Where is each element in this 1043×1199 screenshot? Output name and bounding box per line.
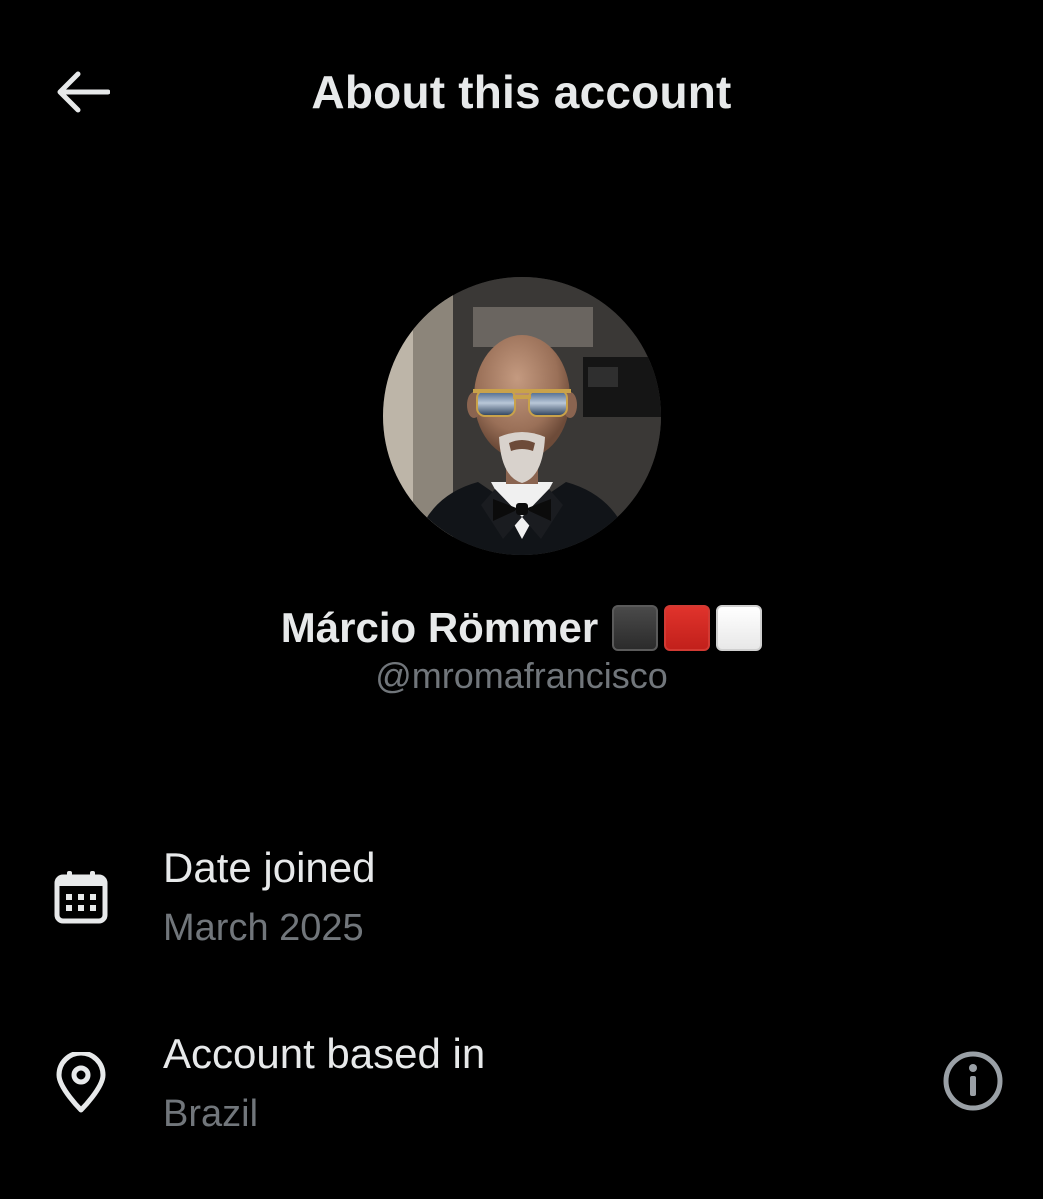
account-based-in-value: Brazil <box>163 1093 259 1135</box>
display-name-row: Márcio Römmer <box>0 600 1043 656</box>
page-title: About this account <box>311 66 732 118</box>
info-icon <box>943 1051 1003 1111</box>
black-square-emoji <box>612 605 659 651</box>
date-joined-label: Date joined <box>163 844 376 891</box>
location-pin-icon <box>50 1052 112 1114</box>
user-handle: @mromafrancisco <box>375 655 668 696</box>
white-square-emoji <box>716 605 763 651</box>
date-joined-row: Date joined March 2025 <box>0 838 1043 958</box>
name-emoji-badges <box>612 605 763 651</box>
date-joined-value: March 2025 <box>163 907 364 949</box>
account-based-in-label: Account based in <box>163 1030 486 1077</box>
calendar-icon <box>50 866 112 928</box>
red-square-emoji <box>664 605 711 651</box>
info-button[interactable] <box>938 1046 1008 1116</box>
avatar-photo <box>383 277 661 555</box>
avatar[interactable] <box>383 277 661 555</box>
account-based-in-row: Account based in Brazil <box>0 1024 1043 1144</box>
app-header: About this account <box>0 0 1043 184</box>
display-name: Márcio Römmer <box>280 604 599 651</box>
